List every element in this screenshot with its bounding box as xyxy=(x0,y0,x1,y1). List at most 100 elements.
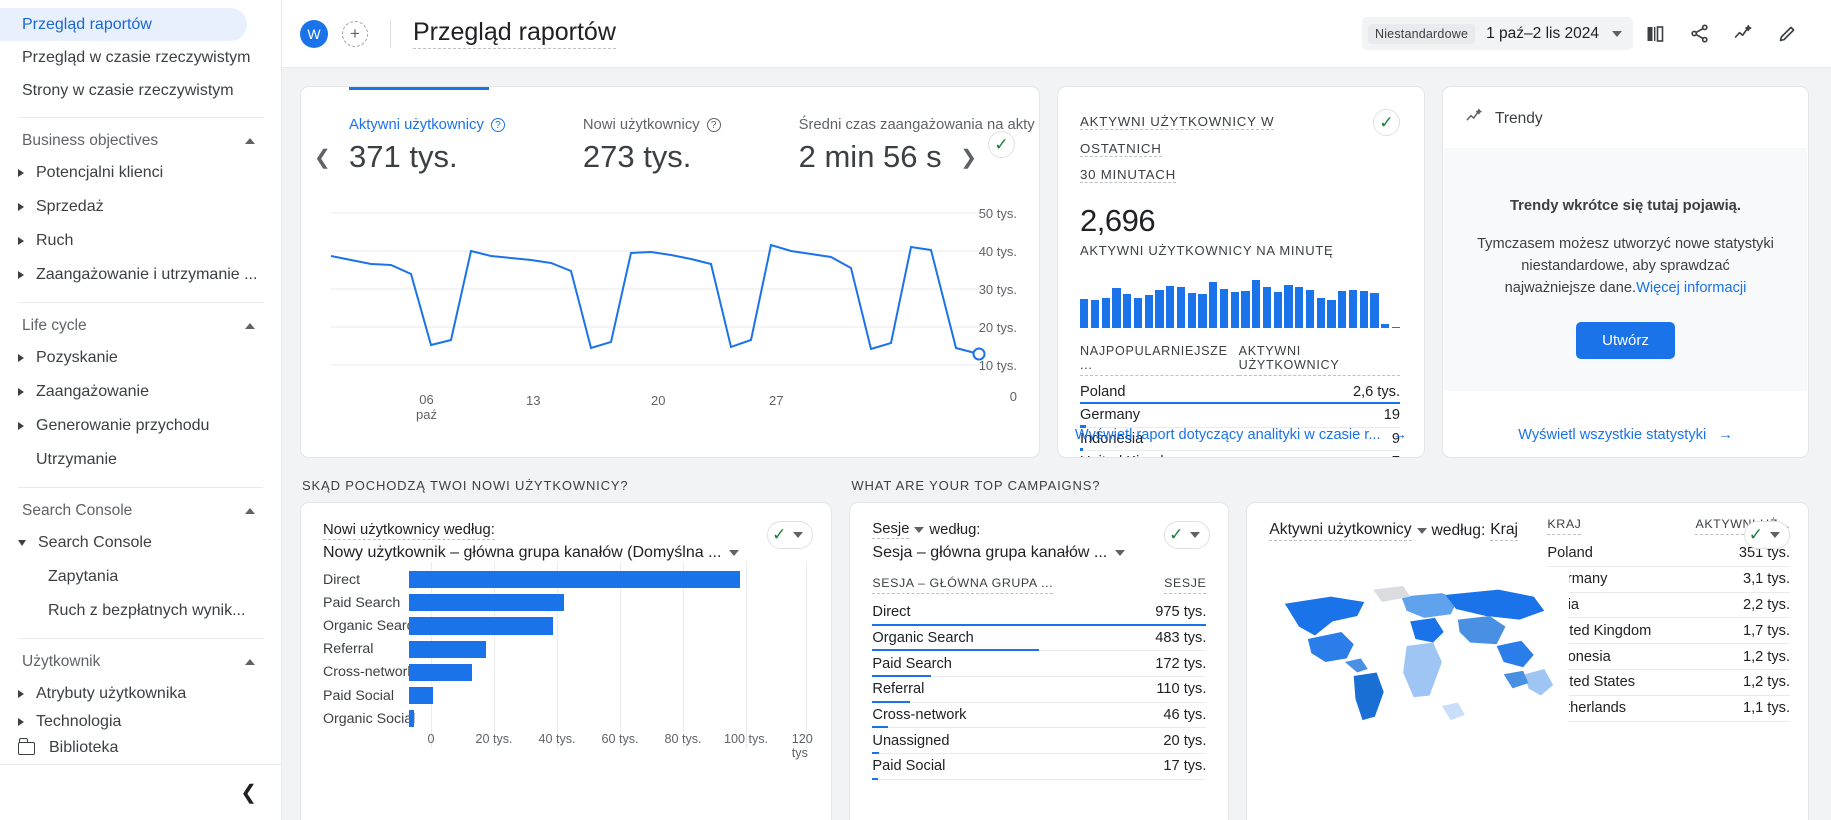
sidebar-item-reports-overview[interactable]: Przegląd raportów xyxy=(0,8,247,41)
table-row[interactable]: Unassigned 20 tys. xyxy=(872,728,1207,755)
metric-label: Aktywni użytkownicy xyxy=(349,117,484,133)
metric-new-users[interactable]: Nowi użytkownicy ? 273 tys. xyxy=(583,117,721,175)
sidebar-item-label: Przegląd w czasie rzeczywistym xyxy=(22,48,251,66)
view-all-insights-link[interactable]: Wyświetl wszystkie statystyki → xyxy=(1443,413,1808,457)
section-title: Life cycle xyxy=(22,317,87,334)
table-row[interactable]: Referral 110 tys. xyxy=(872,677,1207,703)
bar-row[interactable]: Organic Social xyxy=(301,707,831,730)
trends-card: Trendy Trendy wkrótce się tutaj pojawią.… xyxy=(1442,86,1809,458)
row-channel: Organic Search xyxy=(872,630,974,647)
row-value: 20 tys. xyxy=(1163,732,1207,749)
cards-row-2: SKĄD POCHODZĄ TWOI NOWI UŻYTKOWNICY? ✓ N… xyxy=(300,478,1809,820)
chevron-up-icon xyxy=(245,659,255,665)
acquisition-metric-label: Nowi użytkownicy według: xyxy=(323,522,495,540)
sidebar-item-acquisition[interactable]: Pozyskanie xyxy=(0,341,281,375)
campaigns-metric-selector[interactable]: Sesje według: xyxy=(872,521,1136,540)
sidebar-item-organic-traffic[interactable]: Ruch z bezpłatnych wynik... xyxy=(0,594,281,628)
sidebar-item-label: Przegląd raportów xyxy=(22,15,152,33)
sidebar-item-queries[interactable]: Zapytania xyxy=(0,560,281,594)
row-value: 17 tys. xyxy=(1163,758,1207,775)
table-row[interactable]: Netherlands 1,1 tys. xyxy=(1547,696,1790,722)
realtime-bar-chart xyxy=(1080,279,1400,328)
table-row[interactable]: Germany 3,1 tys. xyxy=(1547,567,1790,593)
chevron-left-icon[interactable]: ❮ xyxy=(240,780,257,805)
table-row[interactable]: Cross-network 46 tys. xyxy=(872,703,1207,729)
realtime-subtitle: AKTYWNI UŻYTKOWNICY NA MINUTĘ xyxy=(1080,242,1334,258)
plus-icon[interactable]: + xyxy=(342,20,368,47)
geo-card-controls[interactable]: ✓ xyxy=(1743,521,1790,549)
row-value: 3,1 tys. xyxy=(1742,571,1790,588)
sidebar-item-user-attributes[interactable]: Atrybuty użytkownika xyxy=(0,677,281,711)
table-row[interactable]: United States 1,2 tys. xyxy=(1547,670,1790,696)
avatar[interactable]: W xyxy=(300,19,328,48)
create-button[interactable]: Utwórz xyxy=(1576,321,1675,359)
geo-title[interactable]: Aktywni użytkownicy według: Kraj xyxy=(1269,521,1547,541)
sidebar-item-technology[interactable]: Technologia xyxy=(0,711,281,733)
top-bar-actions: Niestandardowe 1 paź–2 lis 2024 xyxy=(1361,14,1809,54)
table-row[interactable]: United Kingdom 1,7 tys. xyxy=(1547,618,1790,645)
arrow-right-icon: → xyxy=(1718,427,1733,443)
bar-row[interactable]: Paid Search xyxy=(301,591,831,614)
table-row[interactable]: Poland 2,6 tys. xyxy=(1080,381,1400,405)
sidebar-section-business-objectives[interactable]: Business objectives xyxy=(0,126,281,156)
sidebar-item-leads[interactable]: Potencjalni klienci xyxy=(0,156,281,190)
table-row[interactable]: Paid Search 172 tys. xyxy=(872,651,1207,678)
edit-icon[interactable] xyxy=(1765,14,1809,54)
bar-row[interactable]: Referral xyxy=(301,638,831,661)
cards-row-1: ❮ ❯ ✓ Aktywni użytkownicy ? 371 tys. Now… xyxy=(300,86,1809,458)
sidebar-item-label: Utrzymanie xyxy=(36,451,117,468)
bar-row[interactable]: Organic Search xyxy=(301,614,831,637)
geo-map-panel: Aktywni użytkownicy według: Kraj xyxy=(1247,503,1570,820)
section-title: Search Console xyxy=(22,502,133,519)
sidebar-item-engagement[interactable]: Zaangażowanie xyxy=(0,375,281,409)
column-header-sessions: SESJE xyxy=(1164,576,1207,594)
row-channel: Referral xyxy=(872,681,925,698)
world-map[interactable] xyxy=(1269,565,1570,743)
learn-more-link[interactable]: Więcej informacji xyxy=(1636,280,1746,296)
campaigns-card-controls[interactable]: ✓ xyxy=(1164,521,1211,549)
table-row[interactable]: India 2,2 tys. xyxy=(1547,593,1790,619)
sidebar-section-search-console[interactable]: Search Console xyxy=(0,496,281,526)
row-channel: Unassigned xyxy=(872,732,950,749)
acquisition-dimension-selector[interactable]: Nowy użytkownik – główna grupa kanałów (… xyxy=(323,544,740,562)
campaigns-dimension-selector[interactable]: Sesja – główna grupa kanałów ... xyxy=(872,544,1136,562)
sidebar-item-library[interactable]: Biblioteka xyxy=(0,731,281,765)
bar-row[interactable]: Paid Social xyxy=(301,684,831,707)
sidebar-item-label: Pozyskanie xyxy=(36,349,118,366)
divider xyxy=(18,302,263,303)
metric-avg-engagement-time[interactable]: Średni czas zaangażowania na akty 2 min … xyxy=(799,117,1035,175)
sidebar-item-realtime-overview[interactable]: Przegląd w czasie rzeczywistym xyxy=(0,41,281,74)
metric-active-users[interactable]: Aktywni użytkownicy ? 371 tys. xyxy=(349,117,505,175)
table-row[interactable]: Paid Social 17 tys. xyxy=(872,754,1207,780)
sidebar-item-label: Atrybuty użytkownika xyxy=(36,685,187,702)
sidebar-item-realtime-pages[interactable]: Strony w czasie rzeczywistym xyxy=(0,74,281,107)
help-icon[interactable]: ? xyxy=(706,118,721,132)
campaigns-metric-label: Sesje xyxy=(872,521,910,539)
sidebar-item-traffic[interactable]: Ruch xyxy=(0,224,281,258)
sidebar-item-search-console[interactable]: Search Console xyxy=(0,526,281,560)
help-icon[interactable]: ? xyxy=(490,118,505,132)
row-bar xyxy=(872,777,879,780)
bar-row[interactable]: Cross-network xyxy=(301,661,831,684)
bar-row[interactable]: Direct xyxy=(301,568,831,591)
check-circle-icon[interactable]: ✓ xyxy=(1373,109,1400,136)
acquisition-card-controls[interactable]: ✓ xyxy=(767,521,814,549)
table-row[interactable]: Indonesia 1,2 tys. xyxy=(1547,644,1790,670)
sidebar-section-user[interactable]: Użytkownik xyxy=(0,647,281,677)
sidebar-item-engagement-retention[interactable]: Zaangażowanie i utrzymanie ... xyxy=(0,258,281,292)
sidebar-item-sales[interactable]: Sprzedaż xyxy=(0,190,281,224)
table-row[interactable]: Direct 975 tys. xyxy=(872,600,1207,626)
realtime-report-link[interactable]: Wyświetl raport dotyczący analityki w cz… xyxy=(1058,413,1424,457)
sidebar-section-life-cycle[interactable]: Life cycle xyxy=(0,311,281,341)
share-icon[interactable] xyxy=(1677,14,1721,54)
date-range-selector[interactable]: Niestandardowe 1 paź–2 lis 2024 xyxy=(1361,17,1633,50)
row-value: 110 tys. xyxy=(1156,681,1207,698)
sidebar-item-retention[interactable]: Utrzymanie xyxy=(0,443,281,477)
table-row[interactable]: Organic Search 483 tys. xyxy=(872,626,1207,652)
insights-icon[interactable] xyxy=(1721,14,1765,54)
metric-value: 273 tys. xyxy=(582,139,692,174)
compare-icon[interactable] xyxy=(1633,14,1677,54)
x-tick-label: 0 xyxy=(427,732,435,747)
sidebar-item-monetization[interactable]: Generowanie przychodu xyxy=(0,409,281,443)
link-label: Wyświetl raport dotyczący analityki w cz… xyxy=(1074,427,1381,443)
